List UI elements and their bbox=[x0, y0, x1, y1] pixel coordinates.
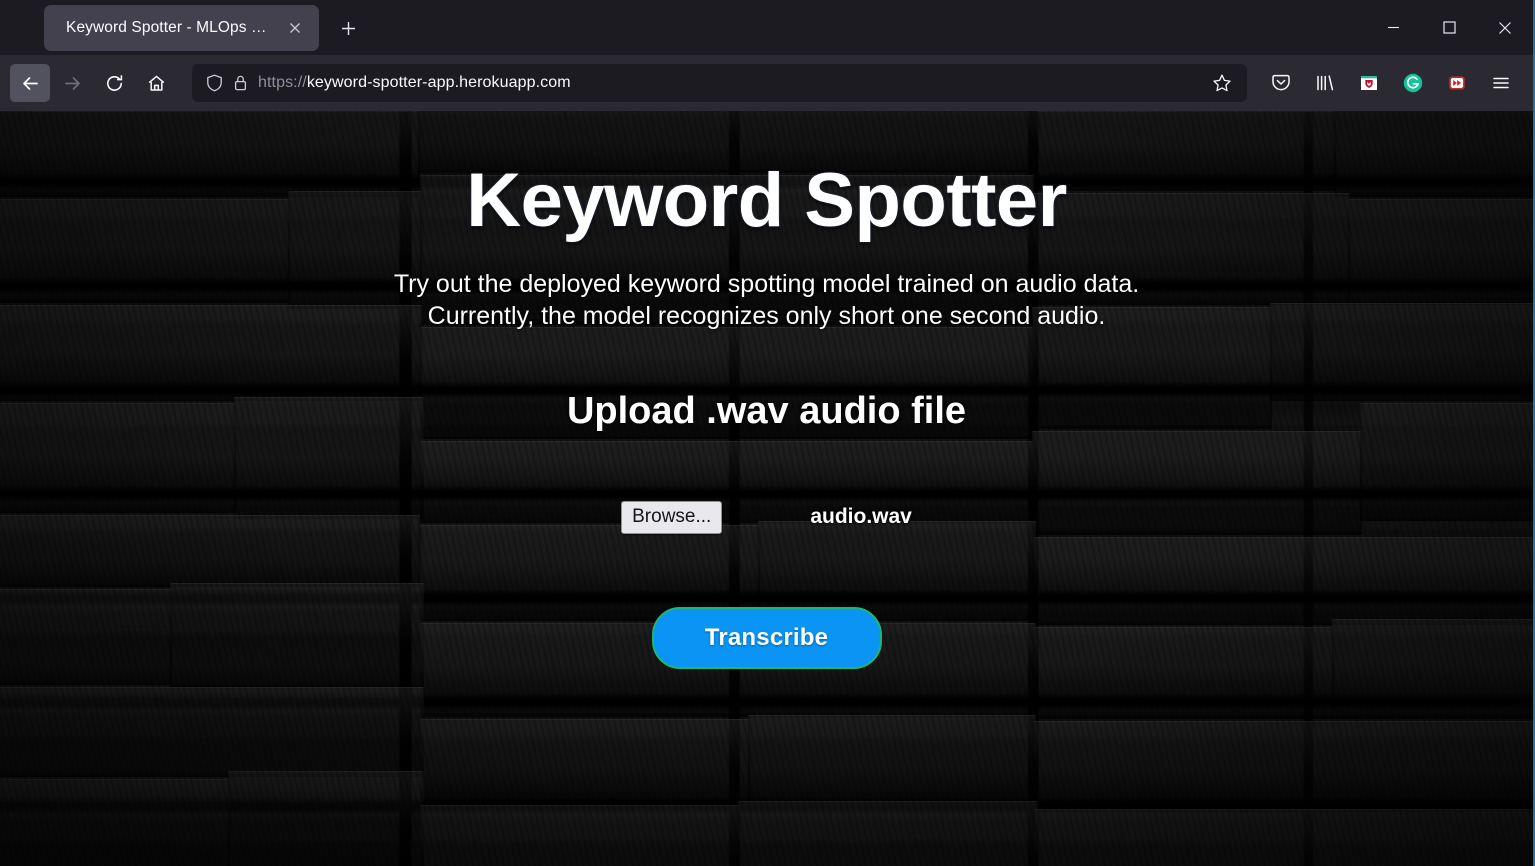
page-content: Keyword Spotter Try out the deployed key… bbox=[0, 111, 1533, 669]
window-controls bbox=[1365, 0, 1533, 55]
fast-forward-icon[interactable] bbox=[1439, 65, 1475, 101]
page-subtitle: Try out the deployed keyword spotting mo… bbox=[0, 269, 1533, 332]
file-upload-row: Browse... audio.wav bbox=[0, 501, 1533, 534]
transcribe-button[interactable]: Transcribe bbox=[651, 606, 882, 669]
upload-heading: Upload .wav audio file bbox=[566, 390, 967, 432]
padlock-icon[interactable] bbox=[233, 74, 248, 92]
new-tab-button[interactable] bbox=[331, 11, 365, 45]
extensions-toolbar bbox=[1263, 65, 1523, 101]
pocket-icon[interactable] bbox=[1263, 65, 1299, 101]
url-text[interactable]: https://keyword-spotter-app.herokuapp.co… bbox=[258, 74, 1195, 92]
shield-icon[interactable] bbox=[206, 74, 223, 92]
home-icon[interactable] bbox=[136, 64, 176, 102]
close-icon[interactable] bbox=[281, 14, 309, 42]
page-subtitle-line-2: Currently, the model recognizes only sho… bbox=[427, 301, 1106, 330]
star-outline-icon[interactable] bbox=[1205, 66, 1239, 100]
window-maximize-button[interactable] bbox=[1421, 0, 1477, 55]
selected-file-name: audio.wav bbox=[810, 505, 912, 529]
url-bar[interactable]: https://keyword-spotter-app.herokuapp.co… bbox=[192, 64, 1247, 102]
library-icon[interactable] bbox=[1307, 65, 1343, 101]
url-scheme: https:// bbox=[258, 74, 307, 91]
window-minimize-button[interactable] bbox=[1365, 0, 1421, 55]
reload-icon[interactable] bbox=[94, 64, 134, 102]
page-viewport: Keyword Spotter Try out the deployed key… bbox=[0, 111, 1533, 866]
navigation-toolbar: https://keyword-spotter-app.herokuapp.co… bbox=[0, 55, 1533, 111]
page-subtitle-line-1: Try out the deployed keyword spotting mo… bbox=[393, 270, 1140, 298]
browser-window: Keyword Spotter - MLOps Demo https://key… bbox=[0, 0, 1535, 866]
browse-button[interactable]: Browse... bbox=[621, 501, 723, 534]
window-close-button[interactable] bbox=[1477, 0, 1533, 55]
page-title: Keyword Spotter bbox=[466, 158, 1067, 243]
tab-title: Keyword Spotter - MLOps Demo bbox=[66, 19, 275, 36]
forward-arrow-icon[interactable] bbox=[52, 64, 92, 102]
transcribe-row: Transcribe bbox=[0, 606, 1533, 669]
back-arrow-icon[interactable] bbox=[10, 64, 50, 102]
hamburger-menu-icon[interactable] bbox=[1483, 65, 1519, 101]
grammarly-icon[interactable] bbox=[1395, 65, 1431, 101]
tab-strip: Keyword Spotter - MLOps Demo bbox=[0, 0, 1533, 55]
mcafee-icon[interactable] bbox=[1351, 65, 1387, 101]
url-host: keyword-spotter-app.herokuapp.com bbox=[306, 74, 571, 91]
browser-tab[interactable]: Keyword Spotter - MLOps Demo bbox=[44, 5, 319, 51]
